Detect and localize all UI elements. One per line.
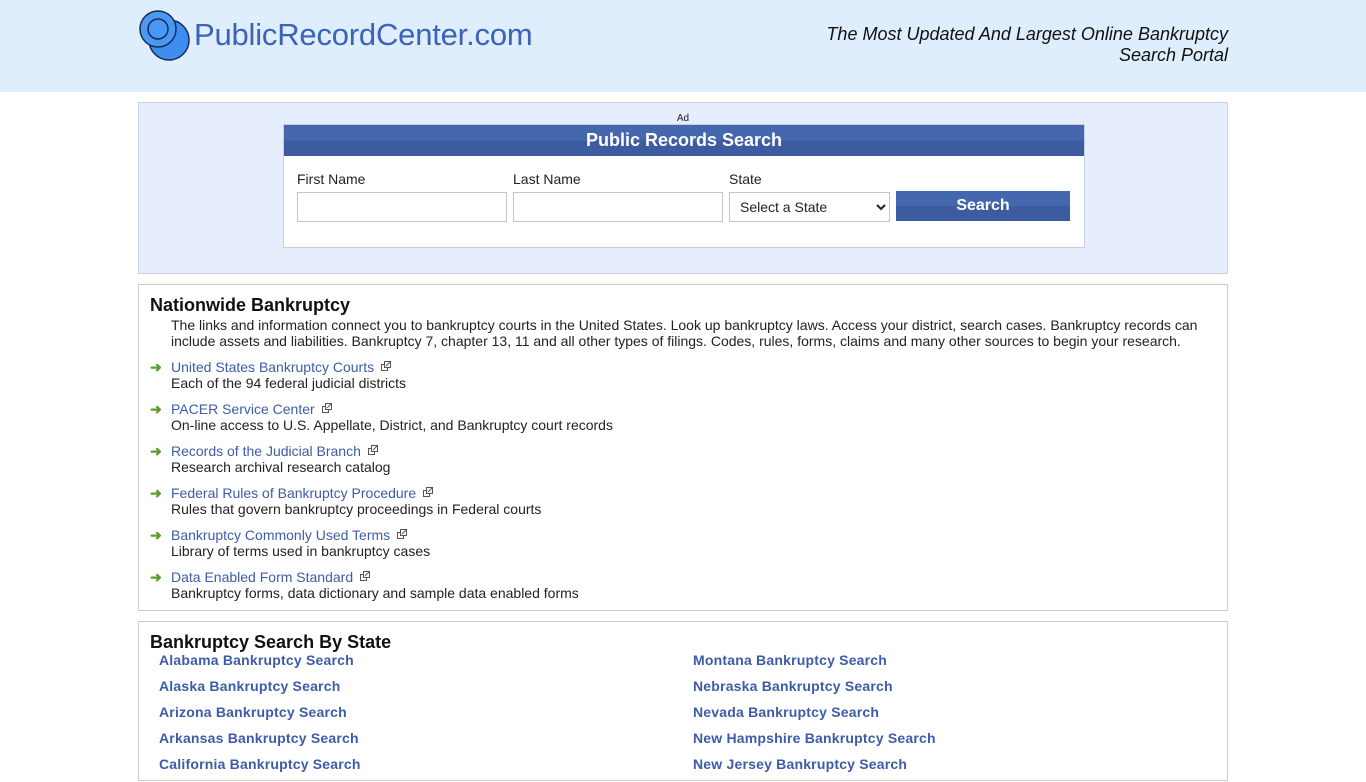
nationwide-bankruptcy-section: Nationwide Bankruptcy The links and info… [138, 284, 1228, 611]
resource-links: ➜ United States Bankruptcy Courts Each o… [139, 359, 1227, 601]
resource-description: Each of the 94 federal judicial district… [171, 375, 407, 391]
arrow-right-icon: ➜ [150, 401, 162, 417]
state-link[interactable]: New Jersey Bankruptcy Search [693, 756, 1207, 772]
ad-label: Ad [676, 113, 690, 124]
logo-text: PublicRecordCenter.com [194, 17, 533, 52]
tagline-line-2: Search Portal [1118, 45, 1228, 65]
resource-link[interactable]: Records of the Judicial Branch [171, 443, 378, 459]
site-logo[interactable]: PublicRecordCenter.com [138, 9, 533, 63]
arrow-right-icon: ➜ [150, 527, 162, 543]
resource-link[interactable]: United States Bankruptcy Courts [171, 359, 392, 375]
search-button[interactable]: Search [896, 191, 1070, 221]
list-item: ➜ Data Enabled Form Standard Bankruptcy … [150, 569, 1227, 601]
first-name-input[interactable] [297, 192, 507, 222]
state-column-right: Montana Bankruptcy Search Nebraska Bankr… [673, 652, 1207, 782]
list-item: ➜ PACER Service Center On-line access to… [150, 401, 1227, 433]
state-field: State Select a State [729, 171, 890, 222]
external-link-icon [360, 571, 371, 581]
state-link[interactable]: New Hampshire Bankruptcy Search [693, 730, 1207, 746]
search-panel: Ad Public Records Search First Name Last… [138, 102, 1228, 274]
site-header: PublicRecordCenter.com The Most Updated … [0, 0, 1366, 92]
arrow-right-icon: ➜ [150, 359, 162, 375]
state-link[interactable]: Montana Bankruptcy Search [693, 652, 1207, 668]
list-item: ➜ Records of the Judicial Branch Researc… [150, 443, 1227, 475]
state-link[interactable]: Arizona Bankruptcy Search [159, 704, 673, 720]
list-item: ➜ United States Bankruptcy Courts Each o… [150, 359, 1227, 391]
resource-description: Research archival research catalog [171, 459, 391, 475]
external-link-icon [381, 361, 392, 371]
list-item: ➜ Federal Rules of Bankruptcy Procedure … [150, 485, 1227, 517]
state-column-left: Alabama Bankruptcy Search Alaska Bankrup… [139, 652, 673, 782]
resource-description: Bankruptcy forms, data dictionary and sa… [171, 585, 579, 601]
arrow-right-icon: ➜ [150, 485, 162, 501]
state-link[interactable]: Arkansas Bankruptcy Search [159, 730, 673, 746]
list-item: ➜ Bankruptcy Commonly Used Terms Library… [150, 527, 1227, 559]
tagline: The Most Updated And Largest Online Bank… [826, 24, 1228, 66]
state-label: State [729, 171, 762, 187]
resource-link[interactable]: PACER Service Center [171, 401, 332, 417]
tagline-line-1: The Most Updated And Largest Online Bank… [826, 24, 1228, 44]
state-link[interactable]: Nevada Bankruptcy Search [693, 704, 1207, 720]
bankruptcy-by-state-section: Bankruptcy Search By State Alabama Bankr… [138, 621, 1228, 781]
state-select[interactable]: Select a State [729, 192, 890, 222]
arrow-right-icon: ➜ [150, 569, 162, 585]
logo-icon [138, 9, 192, 63]
resource-link[interactable]: Bankruptcy Commonly Used Terms [171, 527, 408, 543]
state-link[interactable]: Alaska Bankruptcy Search [159, 678, 673, 694]
section-intro: The links and information connect you to… [171, 317, 1198, 349]
resource-description: On-line access to U.S. Appellate, Distri… [171, 417, 613, 433]
external-link-icon [397, 529, 408, 539]
state-link[interactable]: California Bankruptcy Search [159, 756, 673, 772]
last-name-input[interactable] [513, 192, 723, 222]
last-name-field: Last Name [513, 171, 723, 222]
section-title: Nationwide Bankruptcy [150, 295, 351, 315]
first-name-label: First Name [297, 171, 366, 187]
state-link[interactable]: Nebraska Bankruptcy Search [693, 678, 1207, 694]
resource-description: Rules that govern bankruptcy proceedings… [171, 501, 542, 517]
resource-link[interactable]: Data Enabled Form Standard [171, 569, 371, 585]
external-link-icon [367, 445, 378, 455]
arrow-right-icon: ➜ [150, 443, 162, 459]
first-name-field: First Name [297, 171, 507, 222]
state-link-columns: Alabama Bankruptcy Search Alaska Bankrup… [139, 652, 1227, 782]
last-name-label: Last Name [513, 171, 581, 187]
section-title: Bankruptcy Search By State [150, 632, 392, 652]
state-link[interactable]: Alabama Bankruptcy Search [159, 652, 673, 668]
public-records-search-form: Public Records Search First Name Last Na… [283, 124, 1085, 248]
resource-link[interactable]: Federal Rules of Bankruptcy Procedure [171, 485, 434, 501]
external-link-icon [321, 403, 332, 413]
search-form-title: Public Records Search [284, 125, 1084, 156]
external-link-icon [423, 487, 434, 497]
resource-description: Library of terms used in bankruptcy case… [171, 543, 431, 559]
